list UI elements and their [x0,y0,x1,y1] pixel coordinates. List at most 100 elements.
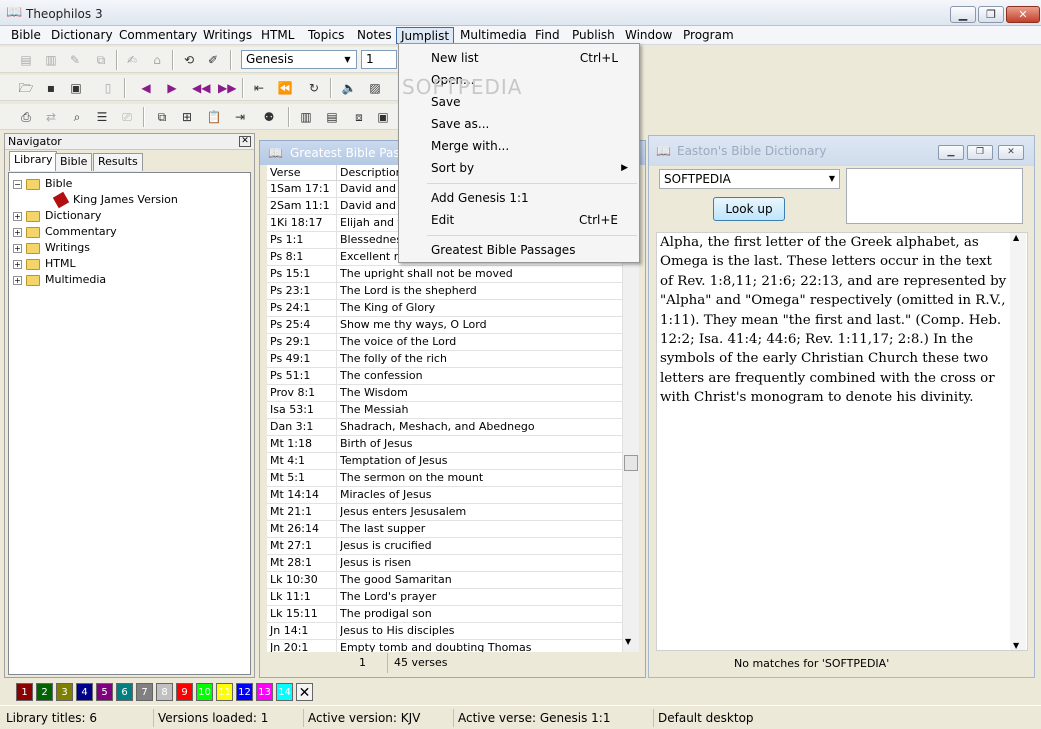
image-icon[interactable]: ▨ [366,79,384,97]
highlight-color-button[interactable]: 1 [16,683,33,701]
expand-icon[interactable]: + [13,211,22,221]
tab-bible[interactable]: Bible [55,153,93,171]
export-icon[interactable]: ⇥ [231,108,249,126]
table-row[interactable]: Mt 28:1 Jesus is risen [267,555,622,572]
pen-icon[interactable]: ✎ [66,51,84,69]
highlight-color-button[interactable]: 7 [136,683,153,701]
menu-item-save-as[interactable]: Save as... [400,113,638,135]
table-row[interactable]: Ps 51:1 The confession [267,368,622,385]
previous-chapter-icon[interactable]: ◀◀ [192,79,210,97]
chapter-select[interactable]: 1 [361,50,397,69]
highlight-color-button[interactable]: 12 [236,683,253,701]
close-icon[interactable]: ✕ [239,136,251,147]
dictionary-scrollbar[interactable]: ▲ ▼ [1010,233,1026,650]
lock-icon[interactable]: ⌂ [148,51,166,69]
menu-jumplist[interactable]: Jumplist [396,27,455,44]
copy-icon[interactable]: ⧉ [153,108,171,126]
maximize-button[interactable]: ❐ [978,6,1004,23]
menu-item-add-genesis[interactable]: Add Genesis 1:1 [400,187,638,209]
table-row[interactable]: Mt 5:1 The sermon on the mount [267,470,622,487]
table-row[interactable]: Lk 11:1 The Lord's prayer [267,589,622,606]
highlight-color-button[interactable]: 2 [36,683,53,701]
print-icon[interactable]: ⎚ [118,108,136,126]
highlight-color-button[interactable]: 8 [156,683,173,701]
save-all-icon[interactable]: ▣ [67,79,85,97]
column-verse[interactable]: Verse [267,165,337,181]
minimize-button[interactable]: ▁ [950,6,976,23]
copy-verse-icon[interactable]: ⧉ [92,51,110,69]
table-row[interactable]: Ps 15:1 The upright shall not be moved [267,266,622,283]
table-row[interactable]: Prov 8:1 The Wisdom [267,385,622,402]
table-row[interactable]: Jn 20:1 Empty tomb and doubting Thomas [267,640,622,652]
menu-multimedia[interactable]: Multimedia [456,27,531,44]
menu-item-new-list[interactable]: New list Ctrl+L [400,47,638,69]
tab-results[interactable]: Results [93,153,143,171]
refresh-icon[interactable]: ↻ [305,79,323,97]
menu-dictionary[interactable]: Dictionary [47,27,117,44]
table-row[interactable]: Ps 24:1 The King of Glory [267,300,622,317]
close-button[interactable]: ✕ [1006,6,1040,23]
find-replace-icon[interactable]: ⇄ [42,108,60,126]
maximize-button[interactable]: ❐ [967,145,993,160]
first-icon[interactable]: ⇤ [250,79,268,97]
expand-icon[interactable]: + [13,243,22,253]
edit-icon[interactable]: ✐ [204,51,222,69]
window-icon[interactable]: ▣ [374,108,392,126]
expand-icon[interactable]: + [13,227,22,237]
collapse-icon[interactable]: − [13,179,22,189]
tree-item-writings[interactable]: + Writings [13,240,90,256]
highlight-color-button[interactable]: 14 [276,683,293,701]
highlight-color-button[interactable]: 11 [216,683,233,701]
speaker-icon[interactable]: 🔈 [340,79,358,97]
link-icon[interactable]: ⟲ [180,51,198,69]
parallel-icon[interactable]: ▥ [42,51,60,69]
notes-icon[interactable]: ✍ [123,51,141,69]
table-row[interactable]: Jn 14:1 Jesus to His disciples [267,623,622,640]
highlight-color-button[interactable]: 9 [176,683,193,701]
close-button[interactable]: ✕ [998,145,1024,160]
highlight-color-button[interactable]: 4 [76,683,93,701]
cascade-icon[interactable]: ⧈ [350,108,368,126]
minimize-button[interactable]: ▁ [938,145,964,160]
menu-program[interactable]: Program [679,27,738,44]
table-row[interactable]: Mt 4:1 Temptation of Jesus [267,453,622,470]
menu-window[interactable]: Window [621,27,676,44]
menu-publish[interactable]: Publish [568,27,619,44]
dictionary-search-select[interactable]: SOFTPEDIA ▼ [659,169,840,189]
save-icon[interactable]: ▪ [42,79,60,97]
menu-commentary[interactable]: Commentary [115,27,201,44]
table-row[interactable]: Mt 21:1 Jesus enters Jesusalem [267,504,622,521]
users-icon[interactable]: ⚉ [260,108,278,126]
scroll-up-icon[interactable]: ▲ [1013,233,1019,242]
tree-item-king-james-version[interactable]: King James Version [52,191,178,209]
table-row[interactable]: Ps 23:1 The Lord is the shepherd [267,283,622,300]
menu-writings[interactable]: Writings [199,27,256,44]
forward-icon[interactable]: ▶ [163,79,181,97]
table-row[interactable]: Isa 53:1 The Messiah [267,402,622,419]
clear-highlight-icon[interactable]: ✕ [296,683,313,701]
table-row[interactable]: Lk 15:11 The prodigal son [267,606,622,623]
tree-item-html[interactable]: + HTML [13,256,76,272]
table-row[interactable]: Ps 25:4 Show me thy ways, O Lord [267,317,622,334]
menu-find[interactable]: Find [531,27,564,44]
highlight-color-button[interactable]: 6 [116,683,133,701]
menu-bible[interactable]: Bible [7,27,45,44]
look-up-button[interactable]: Look up [713,197,785,221]
tree-item-commentary[interactable]: + Commentary [13,224,117,240]
highlight-color-button[interactable]: 5 [96,683,113,701]
open-folder-icon[interactable]: 🗁 [17,79,35,97]
add-page-icon[interactable]: ▯ [99,79,117,97]
tree-item-dictionary[interactable]: + Dictionary [13,208,101,224]
highlight-color-button[interactable]: 13 [256,683,273,701]
tree-icon[interactable]: ⊞ [178,108,196,126]
menu-item-greatest-bible-passages[interactable]: Greatest Bible Passages [400,239,638,261]
table-row[interactable]: Mt 14:14 Miracles of Jesus [267,487,622,504]
tree-item-bible[interactable]: − Bible [13,176,72,192]
list-icon[interactable]: ☰ [93,108,111,126]
expand-icon[interactable]: + [13,275,22,285]
scroll-down-icon[interactable]: ▼ [625,637,631,646]
table-row[interactable]: Dan 3:1 Shadrach, Meshach, and Abednego [267,419,622,436]
table-row[interactable]: Mt 1:18 Birth of Jesus [267,436,622,453]
bible-icon[interactable]: ▤ [17,51,35,69]
tab-library[interactable]: Library [9,151,58,171]
